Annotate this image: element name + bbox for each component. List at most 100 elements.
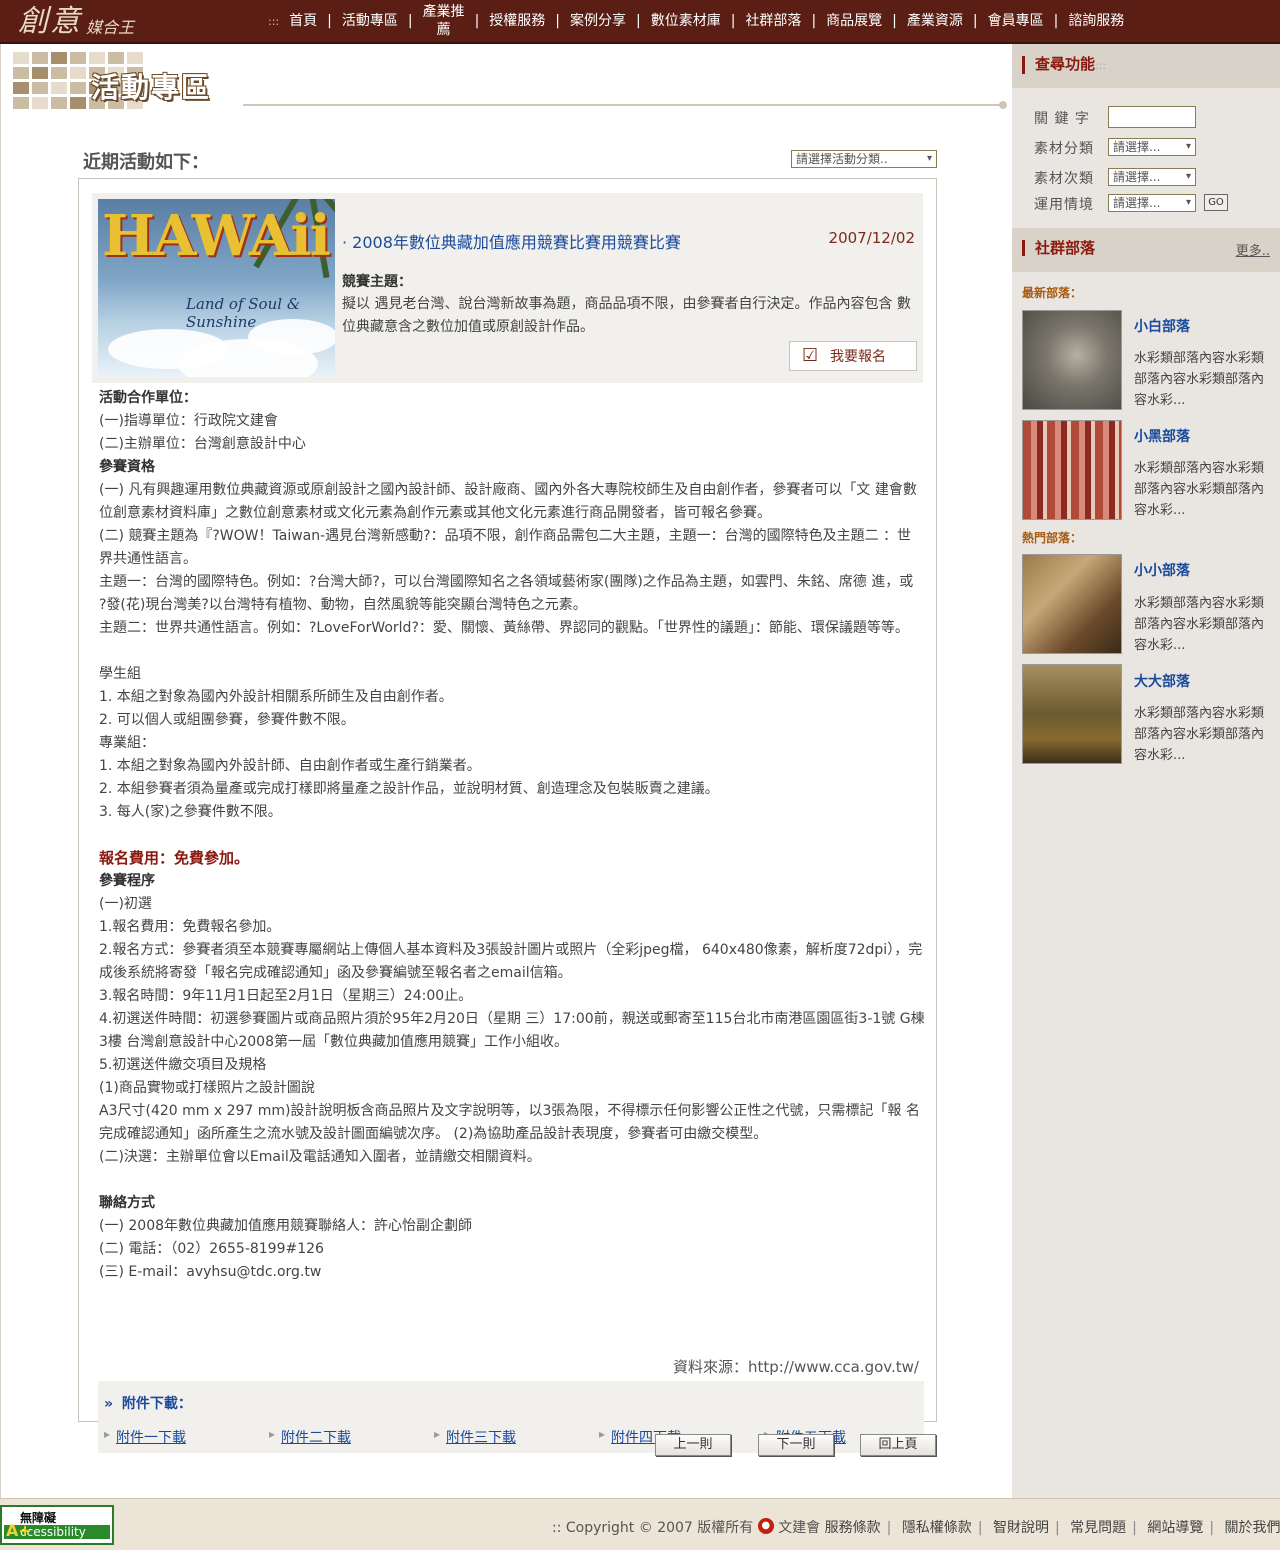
coop-line: (二)主辦單位：台灣創意設計中心 bbox=[99, 436, 306, 452]
accessibility-badge[interactable]: 無障礙 A+ ccessibility bbox=[0, 1505, 114, 1545]
nav-item-events[interactable]: 活動專區 bbox=[332, 12, 408, 30]
footer: 無障礙 A+ ccessibility :: Copyright © 2007 版… bbox=[0, 1498, 1280, 1550]
procedure-line: 4.初選送件時間：初選參賽圖片或商品照片須於95年2月20日（星期 三）17:0… bbox=[99, 1011, 925, 1050]
contact-heading: 聯絡方式 bbox=[99, 1195, 155, 1211]
material-category-label: 素材分類 bbox=[1034, 141, 1094, 157]
footer-link-privacy[interactable]: 隱私權條款 bbox=[902, 1520, 972, 1536]
back-button[interactable]: 回上頁 bbox=[860, 1434, 936, 1456]
nav-item-products[interactable]: 商品展覽 bbox=[816, 12, 892, 30]
procedure-line: (1)商品實物或打樣照片之設計圖說 bbox=[99, 1080, 315, 1096]
student-group-heading: 學生組 bbox=[99, 666, 141, 682]
community-panel-title: 社群部落 bbox=[1022, 240, 1095, 256]
usage-context-select[interactable]: 請選擇... ▾ bbox=[1108, 194, 1196, 212]
search-panel-title: 查尋功能::: bbox=[1022, 56, 1106, 74]
tribe-thumbnail[interactable] bbox=[1022, 420, 1122, 520]
search-panel-header: 查尋功能::: bbox=[1012, 44, 1280, 88]
chevron-down-icon: ▾ bbox=[926, 153, 932, 164]
register-button-label: 我要報名 bbox=[830, 349, 886, 365]
tribe-thumbnail[interactable] bbox=[1022, 554, 1122, 654]
event-category-select-value: 請選擇活動分類.. bbox=[796, 152, 888, 166]
newest-tribes-label: 最新部落： bbox=[1022, 286, 1083, 300]
main-nav: ::: 首頁 | 活動專區 | 產業推薦 | 授權服務 | 案例分享 | 數位素… bbox=[268, 0, 1134, 42]
procedure-line: 3.報名時間：9年11月1日起至2月1日（星期三）24:00止。 bbox=[99, 988, 473, 1004]
more-tribes-link[interactable]: 更多.. bbox=[1236, 240, 1270, 259]
chevron-down-icon: ▾ bbox=[1185, 197, 1191, 208]
event-image[interactable]: HAWAii Land of Soul & Sunshine bbox=[98, 199, 335, 377]
eligibility-line: (一) 凡有興趣運用數位典藏資源或原創設計之國內設計師、設計廠商、國內外各大專院… bbox=[99, 482, 917, 521]
top-navigation-bar: 創意 媒合王 ::: 首頁 | 活動專區 | 產業推薦 | 授權服務 | 案例分… bbox=[0, 0, 1280, 44]
event-date: 2007/12/02 bbox=[828, 229, 915, 247]
footer-link-about[interactable]: 關於我們 bbox=[1225, 1520, 1280, 1536]
footer-link-terms[interactable]: 服務條款 bbox=[825, 1520, 881, 1536]
procedure-line: 5.初選送件繳交項目及規格 bbox=[99, 1057, 267, 1073]
event-description: 活動合作單位： (一)指導單位：行政院文建會 (二)主辦單位：台灣創意設計中心 … bbox=[99, 387, 925, 1284]
double-chevron-right-icon: » bbox=[104, 1396, 114, 1412]
nav-item-community[interactable]: 社群部落 bbox=[735, 12, 811, 30]
footer-links: :: Copyright © 2007 版權所有 ● 文建會 服務條款 | 隱私權… bbox=[552, 1518, 1280, 1536]
attachment-link-2[interactable]: 附件二下載 bbox=[269, 1427, 351, 1447]
next-button[interactable]: 下一則 bbox=[758, 1434, 834, 1456]
footer-link-faq[interactable]: 常見問題 bbox=[1070, 1520, 1126, 1536]
footer-link-sitemap[interactable]: 網站導覽 bbox=[1147, 1520, 1203, 1536]
tribe-thumbnail[interactable] bbox=[1022, 310, 1122, 410]
procedure-line: A3尺寸(420 mm x 297 mm)設計說明板含商品照片及文字說明等，以3… bbox=[99, 1103, 920, 1142]
register-button[interactable]: ☑ 我要報名 bbox=[789, 341, 917, 371]
nav-item-digital-library[interactable]: 數位素材庫 bbox=[641, 12, 731, 30]
nav-item-industry-recommend[interactable]: 產業推薦 bbox=[413, 3, 475, 39]
nav-item-cases[interactable]: 案例分享 bbox=[560, 12, 636, 30]
tribe-description: 水彩類部落內容水彩類部落內容水彩類部落內容水彩... bbox=[1134, 351, 1265, 408]
procedure-line: 2.報名方式：參賽者須至本競賽專屬網站上傳個人基本資料及3張設計圖片或照片（全彩… bbox=[99, 942, 923, 981]
site-logo[interactable]: 創意 媒合王 bbox=[18, 4, 134, 40]
event-image-subtitle: Land of Soul & Sunshine bbox=[186, 295, 301, 331]
event-detail-box: HAWAii Land of Soul & Sunshine · 2008年數位… bbox=[78, 178, 937, 1453]
source-credit: 資料來源：http://www.cca.gov.tw/ bbox=[673, 1358, 919, 1376]
material-category-select[interactable]: 請選擇... ▾ bbox=[1108, 138, 1196, 156]
event-image-title: HAWAii bbox=[102, 203, 331, 269]
section-banner: 活動專區 bbox=[13, 52, 1007, 114]
logo-main-text: 創意 bbox=[18, 4, 82, 39]
event-category-select[interactable]: 請選擇活動分類.. ▾ bbox=[791, 150, 937, 168]
eligibility-heading: 參賽資格 bbox=[99, 459, 155, 475]
attachment-link-1[interactable]: 附件一下載 bbox=[104, 1427, 186, 1447]
copyright-text: :: Copyright © 2007 版權所有 bbox=[552, 1520, 754, 1536]
event-theme-text: 擬以 遇見老台灣、說台灣新故事為題，商品品項不限，由參賽者自行決定。作品內容包含… bbox=[342, 296, 911, 335]
nav-item-licensing[interactable]: 授權服務 bbox=[479, 12, 555, 30]
search-go-button[interactable]: GO bbox=[1204, 194, 1228, 211]
coop-line: (一)指導單位：行政院文建會 bbox=[99, 413, 278, 429]
banner-divider bbox=[243, 101, 1007, 109]
tribe-name-link[interactable]: 小黑部落 bbox=[1134, 426, 1190, 446]
tribe-thumbnail[interactable] bbox=[1022, 664, 1122, 764]
recent-events-heading: 近期活動如下： bbox=[83, 152, 209, 173]
attachment-link-3[interactable]: 附件三下載 bbox=[434, 1427, 516, 1447]
procedure-heading: 參賽程序 bbox=[99, 873, 155, 889]
topic-line: 主題一：台灣的國際特色。例如：?台灣大師?，可以台灣國際知名之各領域藝術家(團隊… bbox=[99, 574, 914, 613]
prev-button[interactable]: 上一則 bbox=[655, 1434, 731, 1456]
tribe-description: 水彩類部落內容水彩類部落內容水彩類部落內容水彩... bbox=[1134, 596, 1265, 653]
chevron-down-icon: ▾ bbox=[1185, 171, 1191, 182]
material-subcategory-select[interactable]: 請選擇... ▾ bbox=[1108, 168, 1196, 186]
fee-heading: 報名費用：免費參加。 bbox=[99, 849, 250, 867]
nav-item-consulting[interactable]: 諮詢服務 bbox=[1058, 12, 1134, 30]
hot-tribes-label: 熱門部落： bbox=[1022, 531, 1083, 545]
attachments-heading: » 附件下載： bbox=[104, 1393, 192, 1413]
tribe-description: 水彩類部落內容水彩類部落內容水彩類部落內容水彩... bbox=[1134, 706, 1265, 763]
procedure-line: 1.報名費用：免費報名參加。 bbox=[99, 919, 281, 935]
procedure-line: (一)初選 bbox=[99, 896, 152, 912]
tribe-name-link[interactable]: 小小部落 bbox=[1134, 560, 1190, 580]
contact-line: (一) 2008年數位典藏加值應用競賽聯絡人：許心怡副企劃師 bbox=[99, 1218, 473, 1234]
footer-link-ip[interactable]: 智財說明 bbox=[993, 1520, 1049, 1536]
contact-line: (三) E-mail：avyhsu@tdc.org.tw bbox=[99, 1264, 322, 1280]
procedure-line: (二)決選：主辦單位會以Email及電話通知入圍者，並請繳交相關資料。 bbox=[99, 1149, 541, 1165]
nav-item-resources[interactable]: 產業資源 bbox=[897, 12, 973, 30]
nav-item-home[interactable]: 首頁 bbox=[279, 12, 327, 30]
accessibility-badge-subtitle: A+ ccessibility bbox=[4, 1521, 110, 1540]
pro-group-line: 3. 每人(家)之參賽件數不限。 bbox=[99, 804, 282, 820]
eligibility-line: (二) 競賽主題為『?WOW！Taiwan-遇見台灣新感動?：品項不限，創作商品… bbox=[99, 528, 912, 567]
student-group-line: 2. 可以個人或組團參賽，參賽件數不限。 bbox=[99, 712, 355, 728]
nav-item-members[interactable]: 會員專區 bbox=[978, 12, 1054, 30]
tribe-name-link[interactable]: 大大部落 bbox=[1134, 671, 1190, 691]
tribe-name-link[interactable]: 小白部落 bbox=[1134, 316, 1190, 336]
org-name: 文建會 bbox=[778, 1520, 821, 1536]
community-panel-header: 社群部落 更多.. bbox=[1012, 228, 1280, 272]
keyword-input[interactable] bbox=[1108, 106, 1196, 128]
